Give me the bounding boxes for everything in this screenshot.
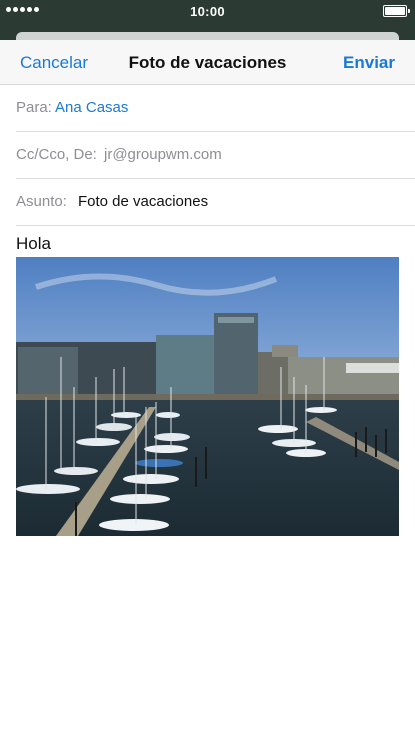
cc-bcc-from-field[interactable]: Cc/Cco, De: jr@groupwm.com bbox=[16, 131, 415, 179]
to-recipient[interactable]: Ana Casas bbox=[55, 99, 128, 116]
navigation-bar: Cancelar Foto de vacaciones Enviar bbox=[0, 40, 415, 85]
status-time: 10:00 bbox=[190, 4, 225, 19]
compose-sheet: Cancelar Foto de vacaciones Enviar Para:… bbox=[0, 40, 415, 738]
to-label: Para: bbox=[16, 99, 52, 116]
send-button[interactable]: Enviar bbox=[343, 53, 395, 73]
message-body[interactable]: Hola bbox=[16, 234, 51, 254]
to-field[interactable]: Para: Ana Casas bbox=[16, 84, 415, 132]
attached-photo[interactable] bbox=[16, 257, 399, 536]
from-address[interactable]: jr@groupwm.com bbox=[104, 146, 222, 163]
subject-label: Asunto: bbox=[16, 193, 67, 210]
cc-bcc-from-label: Cc/Cco, De: bbox=[16, 146, 97, 163]
status-bar: 10:00 bbox=[0, 0, 415, 22]
battery-icon bbox=[383, 5, 410, 17]
subject-input[interactable]: Foto de vacaciones bbox=[78, 193, 208, 210]
subject-field[interactable]: Asunto: Foto de vacaciones bbox=[16, 178, 415, 226]
background-sheet-edge bbox=[16, 32, 399, 40]
